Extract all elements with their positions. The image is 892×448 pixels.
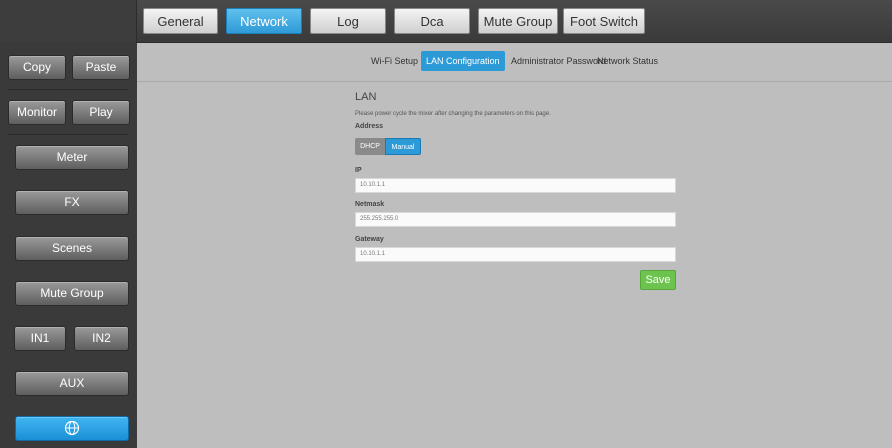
tab-dca[interactable]: Dca (394, 8, 470, 34)
manual-option[interactable]: Manual (385, 138, 421, 155)
save-button[interactable]: Save (640, 270, 676, 290)
monitor-button[interactable]: Monitor (8, 100, 66, 125)
top-left-corner (0, 0, 137, 42)
sidebar-divider (8, 134, 128, 135)
gateway-label: Gateway (355, 236, 384, 243)
address-mode-toggle: DHCP Manual (355, 138, 422, 155)
globe-icon (64, 420, 80, 436)
netmask-label: Netmask (355, 201, 385, 208)
main-content: Wi-Fi Setup LAN Configuration Administra… (137, 43, 892, 448)
network-subnav: Wi-Fi Setup LAN Configuration Administra… (137, 43, 892, 82)
subtab-lan-configuration[interactable]: LAN Configuration (421, 51, 505, 71)
ip-field[interactable]: 10.10.1.1 (355, 178, 676, 193)
meter-button[interactable]: Meter (15, 145, 129, 170)
in1-button[interactable]: IN1 (14, 326, 66, 351)
lan-section-title: LAN (355, 91, 377, 103)
in2-button[interactable]: IN2 (74, 326, 129, 351)
top-navigation-bar: General Network Log Dca Mute Group Foot … (0, 0, 892, 43)
mute-group-button[interactable]: Mute Group (15, 281, 129, 306)
address-label: Address (355, 123, 384, 130)
tab-mute-group[interactable]: Mute Group (478, 8, 558, 34)
subtab-network-status[interactable]: Network Status (592, 51, 663, 71)
ip-label: IP (355, 167, 362, 174)
power-cycle-note: Please power cycle the mixer after chang… (355, 111, 551, 117)
tab-general[interactable]: General (143, 8, 218, 34)
tab-network[interactable]: Network (226, 8, 302, 34)
dhcp-option[interactable]: DHCP (355, 138, 385, 155)
aux-button[interactable]: AUX (15, 371, 129, 396)
network-globe-button[interactable] (15, 416, 129, 441)
netmask-field[interactable]: 255.255.255.0 (355, 212, 676, 227)
copy-button[interactable]: Copy (8, 55, 66, 80)
gateway-field[interactable]: 10.10.1.1 (355, 247, 676, 262)
sidebar-divider (8, 89, 128, 90)
fx-button[interactable]: FX (15, 190, 129, 215)
tab-foot-switch[interactable]: Foot Switch (563, 8, 645, 34)
tab-log[interactable]: Log (310, 8, 386, 34)
play-button[interactable]: Play (72, 100, 130, 125)
paste-button[interactable]: Paste (72, 55, 130, 80)
sidebar: Copy Paste Monitor Play Meter FX Scenes … (0, 42, 136, 448)
scenes-button[interactable]: Scenes (15, 236, 129, 261)
subtab-wifi-setup[interactable]: Wi-Fi Setup (366, 51, 423, 71)
